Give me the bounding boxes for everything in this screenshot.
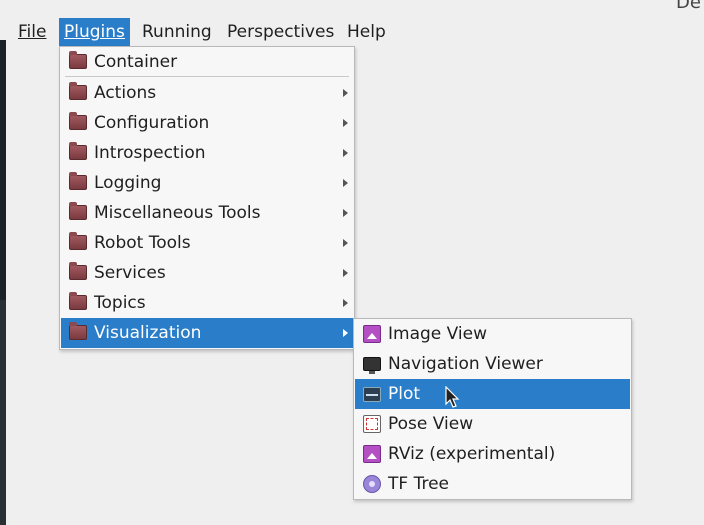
menu-item-navigation-viewer[interactable]: Navigation Viewer	[355, 349, 630, 379]
submenu-arrow-icon	[343, 329, 348, 337]
visualization-submenu: Image View Navigation Viewer Plot Pose V…	[353, 318, 632, 500]
menu-item-label: Logging	[94, 173, 162, 193]
rviz-icon	[363, 445, 381, 463]
menu-item-tf-tree[interactable]: TF Tree	[355, 469, 630, 499]
menu-item-label: Navigation Viewer	[388, 354, 543, 374]
plot-icon	[363, 387, 381, 402]
menu-item-container[interactable]: Container	[61, 47, 353, 77]
folder-icon	[69, 51, 87, 69]
navigation-viewer-icon	[363, 357, 381, 374]
submenu-arrow-icon	[343, 179, 348, 187]
menu-item-label: TF Tree	[388, 474, 449, 494]
folder-icon	[69, 142, 87, 160]
menubar: File Plugins Running Perspectives Help	[0, 18, 704, 46]
submenu-arrow-icon	[343, 149, 348, 157]
menu-item-label: Container	[94, 52, 178, 72]
submenu-arrow-icon	[343, 269, 348, 277]
submenu-arrow-icon	[343, 239, 348, 247]
menu-item-image-view[interactable]: Image View	[355, 319, 630, 349]
folder-icon	[69, 292, 87, 310]
submenu-arrow-icon	[343, 89, 348, 97]
folder-icon	[69, 322, 87, 340]
menu-item-actions[interactable]: Actions	[61, 78, 353, 108]
menu-running-label: Running	[142, 22, 212, 42]
menu-separator	[65, 76, 349, 77]
menu-plugins-label: Plugins	[64, 22, 125, 42]
pose-view-icon	[363, 415, 381, 433]
folder-icon	[69, 112, 87, 130]
menu-item-services[interactable]: Services	[61, 258, 353, 288]
menu-item-miscellaneous-tools[interactable]: Miscellaneous Tools	[61, 198, 353, 228]
submenu-arrow-icon	[343, 299, 348, 307]
submenu-arrow-icon	[343, 119, 348, 127]
menu-item-label: Configuration	[94, 113, 210, 133]
menu-file[interactable]: File	[13, 18, 51, 46]
menu-item-rviz[interactable]: RViz (experimental)	[355, 439, 630, 469]
menu-item-configuration[interactable]: Configuration	[61, 108, 353, 138]
menu-item-label: Miscellaneous Tools	[94, 203, 261, 223]
menu-item-label: Image View	[388, 324, 487, 344]
menu-plugins[interactable]: Plugins	[59, 18, 130, 46]
menu-item-label: Introspection	[94, 143, 206, 163]
menu-perspectives-label: Perspectives	[227, 22, 335, 42]
menu-help[interactable]: Help	[342, 18, 391, 46]
menu-item-label: Visualization	[94, 323, 202, 343]
desktop-edge	[0, 40, 6, 525]
menu-item-label: Robot Tools	[94, 233, 191, 253]
menu-item-label: Topics	[94, 293, 146, 313]
folder-icon	[69, 232, 87, 250]
menu-help-label: Help	[347, 22, 386, 42]
tf-tree-icon	[363, 475, 381, 493]
menu-item-plot[interactable]: Plot	[355, 379, 630, 409]
menu-item-label: Plot	[388, 384, 421, 404]
submenu-arrow-icon	[343, 209, 348, 217]
menu-item-label: RViz (experimental)	[388, 444, 556, 464]
folder-icon	[69, 82, 87, 100]
folder-icon	[69, 172, 87, 190]
folder-icon	[69, 202, 87, 220]
menu-item-robot-tools[interactable]: Robot Tools	[61, 228, 353, 258]
image-view-icon	[363, 325, 381, 343]
menu-item-logging[interactable]: Logging	[61, 168, 353, 198]
menu-running[interactable]: Running	[137, 18, 217, 46]
menu-item-visualization[interactable]: Visualization	[61, 318, 353, 348]
menu-item-topics[interactable]: Topics	[61, 288, 353, 318]
menu-item-introspection[interactable]: Introspection	[61, 138, 353, 168]
plugins-menu: Container Actions Configuration Introspe…	[59, 46, 355, 350]
window-title: De	[676, 0, 701, 13]
menu-file-label: File	[18, 22, 47, 42]
menu-item-pose-view[interactable]: Pose View	[355, 409, 630, 439]
menu-item-label: Pose View	[388, 414, 474, 434]
menu-item-label: Actions	[94, 83, 157, 103]
menu-perspectives[interactable]: Perspectives	[222, 18, 339, 46]
menu-item-label: Services	[94, 263, 166, 283]
folder-icon	[69, 262, 87, 280]
